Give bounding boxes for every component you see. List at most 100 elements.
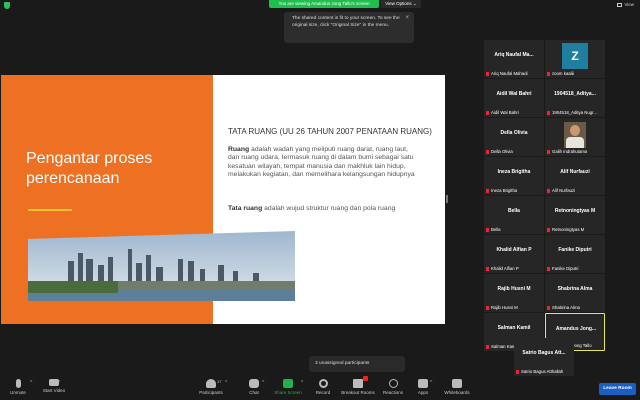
microphone-muted-icon: [486, 188, 489, 193]
apps-icon: [418, 379, 428, 388]
record-button[interactable]: Record: [313, 379, 333, 395]
participant-name: 1904518_Aditya...: [554, 91, 596, 97]
participant-name: Satrio Bagus Att...: [522, 350, 566, 356]
microphone-muted-icon: [547, 149, 550, 154]
participant-tile[interactable]: Zzoom kaaliii: [545, 40, 605, 78]
participant-name: Rajib Husni M: [497, 286, 531, 292]
unassigned-participants-notice[interactable]: 3 unassigned participants: [309, 356, 405, 372]
participant-label: Salman Kamil: [486, 344, 518, 349]
microphone-muted-icon: [486, 344, 489, 349]
participant-label: Ariq Naufal Mahadi: [486, 71, 528, 76]
whiteboards-button[interactable]: Whiteboards: [442, 379, 472, 395]
microphone-muted-icon: [547, 227, 550, 232]
reactions-label: Reactions: [382, 390, 403, 395]
participant-label-text: zoom kaaliii: [552, 71, 575, 76]
participant-name: Ariq Naufal Ma...: [494, 52, 534, 58]
unmute-button[interactable]: Unmute: [6, 379, 30, 395]
participant-label: Rajib Husni M: [486, 305, 518, 310]
participant-label-text: Khalid Alfian P: [491, 266, 519, 271]
participant-tile[interactable]: Alif Nurfauzi Alif Nurfauzi: [545, 157, 605, 195]
participant-name: Bella: [508, 208, 520, 214]
apps-button[interactable]: Apps: [415, 379, 431, 395]
video-options-caret[interactable]: ^: [58, 380, 60, 386]
reactions-icon: [388, 379, 398, 388]
participant-tile[interactable]: Retnoningtyas M Retnoningtyas M: [545, 196, 605, 234]
reactions-button[interactable]: Reactions: [381, 379, 405, 395]
participant-label: Galih Indrahutama: [547, 149, 587, 154]
participant-label-text: Fanike Diputri: [552, 266, 579, 271]
record-icon: [318, 379, 328, 388]
view-options-button[interactable]: View Options ⌄: [381, 0, 421, 8]
participant-label: 1904518_Aditya Nugr...: [547, 110, 597, 115]
participant-label-text: Retnoningtyas M: [552, 227, 585, 232]
participant-name: Ineza Brigitha: [497, 169, 531, 175]
slide-heading: TATA RUANG (UU 26 TAHUN 2007 PENATAAN RU…: [228, 127, 432, 136]
participant-name: Salman Kamil: [497, 325, 531, 331]
participant-label: Alif Nurfauzi: [547, 188, 575, 193]
microphone-muted-icon: [15, 379, 21, 388]
unmute-label: Unmute: [10, 390, 26, 395]
start-video-label: Start Video: [42, 388, 66, 393]
participant-tile[interactable]: Aidil Wal Bahri Aidil Wal Bahri: [484, 79, 544, 117]
view-button[interactable]: View: [617, 2, 634, 7]
participants-caret[interactable]: ^: [225, 380, 227, 386]
close-icon[interactable]: ×: [405, 15, 409, 22]
participant-label-text: Satrio Bagus Atthallah: [521, 369, 564, 374]
split-drag-handle[interactable]: [446, 195, 448, 203]
participant-name: Shabrina Alma: [557, 286, 593, 292]
body-shape: [566, 137, 584, 148]
chat-caret[interactable]: ^: [262, 380, 264, 386]
tooltip-text: The shared content is fit to your screen…: [292, 16, 400, 28]
participant-name: Khalid Alfian P: [496, 247, 532, 253]
avatar: Z: [562, 43, 588, 69]
tata-ruang-definition: adalah wujud struktur ruang dan pola rua…: [262, 205, 396, 212]
microphone-muted-icon: [547, 71, 550, 76]
record-label: Record: [315, 390, 331, 395]
participant-tile[interactable]: Ineza Brigitha Ineza Brigitha: [484, 157, 544, 195]
notification-badge: [363, 376, 368, 381]
participant-tile[interactable]: Della Olivia Della Olivia: [484, 118, 544, 156]
head-shape: [570, 125, 580, 136]
chat-button[interactable]: Chat: [244, 379, 264, 395]
participant-tile[interactable]: Fanike Diputri Fanike Diputri: [545, 235, 605, 273]
participant-tile[interactable]: Shabrina Alma Shabrina Alma: [545, 274, 605, 312]
participant-label-text: Alif Nurfauzi: [552, 188, 576, 193]
breakout-rooms-icon: [353, 379, 363, 388]
participant-tile[interactable]: Ariq Naufal Ma... Ariq Naufal Mahadi: [484, 40, 544, 78]
share-caret[interactable]: ^: [301, 380, 303, 386]
microphone-muted-icon: [547, 266, 550, 271]
microphone-muted-icon: [486, 227, 489, 232]
apps-label: Apps: [417, 390, 429, 395]
chat-icon: [249, 379, 259, 388]
term-tata-ruang: Tata ruang: [228, 205, 263, 212]
participant-label: zoom kaaliii: [547, 71, 574, 76]
participants-count: 17: [217, 379, 222, 384]
apps-caret[interactable]: ^: [430, 380, 432, 386]
start-video-button[interactable]: Start Video: [40, 379, 68, 393]
ruang-definition: adalah wadah yang meliputi ruang darat, …: [228, 146, 415, 178]
title-underline: [28, 209, 72, 211]
participant-label: Aidil Wal Bahri: [486, 110, 519, 115]
participant-name: Amandus Jong...: [555, 326, 597, 332]
share-screen-button[interactable]: Share Screen: [273, 379, 303, 395]
audio-options-caret[interactable]: ^: [30, 380, 32, 386]
leave-room-button[interactable]: Leave Room: [599, 383, 636, 395]
participant-tile[interactable]: Satrio Bagus Att... Satrio Bagus Atthalla…: [514, 338, 574, 376]
shared-screen-slide: Pengantar proses perencanaan TATA RUANG …: [1, 75, 445, 324]
breakout-rooms-button[interactable]: Breakout Rooms: [340, 379, 376, 395]
participant-label-text: 1904518_Aditya Nugr...: [552, 110, 597, 115]
participant-tile[interactable]: Bella Bella: [484, 196, 544, 234]
breakout-rooms-label: Breakout Rooms: [341, 390, 375, 395]
participant-label: Khalid Alfian P: [486, 266, 519, 271]
participant-name: Della Olivia: [500, 130, 528, 136]
shield-icon[interactable]: [4, 2, 10, 9]
participant-tile[interactable]: Khalid Alfian P Khalid Alfian P: [484, 235, 544, 273]
microphone-muted-icon: [486, 71, 489, 76]
participant-tile[interactable]: Galih Indrahutama: [545, 118, 605, 156]
participant-label-text: Della Olivia: [491, 149, 513, 154]
participant-tile[interactable]: 1904518_Aditya... 1904518_Aditya Nugr...: [545, 79, 605, 117]
participant-tile[interactable]: Rajib Husni M Rajib Husni M: [484, 274, 544, 312]
participant-label: Shabrina Alma: [547, 305, 580, 310]
viewing-banner: You are viewing Amandus Jong Tallo's scr…: [269, 0, 379, 8]
participant-label-text: Rajib Husni M: [491, 305, 518, 310]
